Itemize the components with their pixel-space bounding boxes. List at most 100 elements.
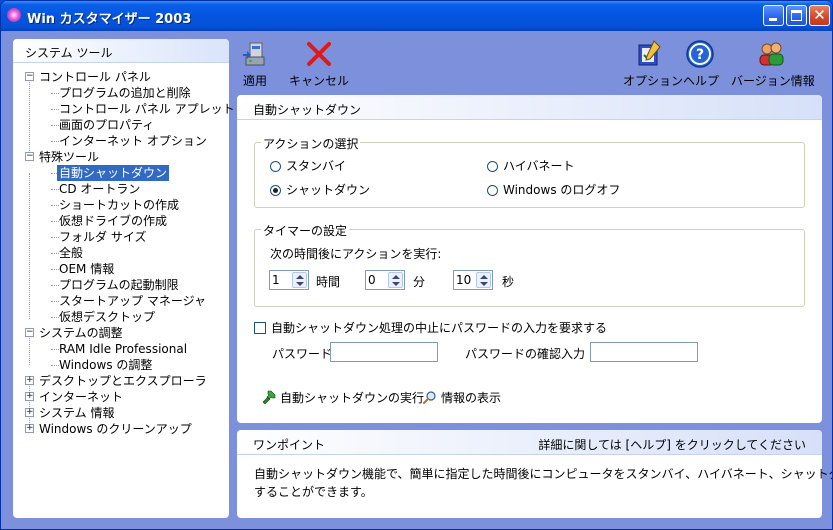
tree-item-desktop-explorer[interactable]: + デスクトップとエクスプローラ — [13, 373, 229, 389]
hours-value: 1 — [272, 273, 280, 287]
seconds-spinner[interactable]: 10 — [453, 270, 493, 290]
tip-help-hint: 詳細に関しては [ヘルプ] をクリックしてください — [538, 438, 806, 452]
run-auto-shutdown-link[interactable]: 自動シャットダウンの実行 — [262, 389, 424, 406]
radio-logoff-indicator[interactable] — [487, 185, 498, 196]
show-info-link[interactable]: 情報の表示 — [422, 389, 501, 406]
require-password-check-indicator[interactable] — [254, 322, 266, 334]
radio-hibernate-indicator[interactable] — [487, 161, 498, 172]
tree-item-windows-cleanup[interactable]: + Windows のクリーンアップ — [13, 421, 229, 437]
tree-item-internet-options[interactable]: インターネット オプション — [13, 133, 229, 149]
expand-icon[interactable]: + — [25, 408, 34, 417]
confirm-password-field[interactable] — [590, 342, 698, 362]
tree-item-ram-idle[interactable]: RAM Idle Professional — [13, 341, 229, 357]
version-info-label: バージョン情報 — [731, 74, 815, 88]
app-icon — [7, 8, 21, 22]
radio-shutdown-indicator[interactable] — [270, 185, 281, 196]
tree-item-system-tuning[interactable]: − システムの調整 — [13, 325, 229, 341]
tree-item-display-properties[interactable]: 画面のプロパティ — [13, 117, 229, 133]
minutes-spinner[interactable]: 0 — [365, 270, 405, 290]
require-password-checkbox[interactable]: 自動シャットダウン処理の中止にパスワードの入力を要求する — [254, 319, 607, 336]
tree-item-control-panel-applets[interactable]: コントロール パネル アプレット — [13, 101, 235, 117]
maximize-button[interactable] — [786, 5, 807, 26]
hours-unit: 時間 — [316, 275, 341, 289]
tip-title: ワンポイント — [253, 438, 326, 452]
tree-item-virtual-desktop[interactable]: 仮想デスクトップ — [13, 309, 229, 325]
radio-hibernate[interactable]: ハイバネート — [487, 157, 575, 174]
version-info-button[interactable]: バージョン情報 — [731, 39, 815, 89]
tree-item-program-restriction[interactable]: プログラムの起動制限 — [13, 277, 229, 293]
tree-item-oem-info[interactable]: OEM 情報 — [13, 261, 229, 277]
spin-up-icon[interactable] — [296, 275, 304, 279]
cancel-label: キャンセル — [289, 74, 350, 88]
hours-spinner-buttons[interactable] — [292, 272, 307, 288]
confirm-password-label: パスワードの確認入力 — [465, 347, 586, 361]
tree-item-internet[interactable]: + インターネット — [13, 389, 229, 405]
apply-button[interactable]: 適用 — [237, 39, 273, 89]
collapse-icon[interactable]: − — [25, 328, 34, 337]
navigation-panel: システム ツール − コントロール パネル プログラムの追加と削除 コントロール … — [13, 39, 235, 518]
users-icon — [756, 39, 786, 69]
spin-up-icon[interactable] — [480, 275, 488, 279]
collapse-icon[interactable]: − — [25, 72, 34, 81]
magnifier-icon — [422, 391, 436, 405]
password-field[interactable] — [330, 342, 438, 362]
navigation-tree: − コントロール パネル プログラムの追加と削除 コントロール パネル アプレット… — [13, 69, 235, 437]
spin-up-icon[interactable] — [392, 275, 400, 279]
radio-standby-indicator[interactable] — [270, 161, 281, 172]
minutes-value: 0 — [368, 273, 376, 287]
spin-down-icon[interactable] — [392, 282, 400, 286]
tip-panel: ワンポイント 詳細に関しては [ヘルプ] をクリックしてください 自動シャットダ… — [237, 430, 832, 518]
tip-body-line-1: 自動シャットダウン機能で、簡単に指定した時間後にコンピュータをスタンバイ、ハイバ… — [254, 467, 833, 481]
radio-shutdown[interactable]: シャットダウン — [270, 181, 370, 198]
tree-item-create-virtual-drive[interactable]: 仮想ドライブの作成 — [13, 213, 229, 229]
tip-header: ワンポイント 詳細に関しては [ヘルプ] をクリックしてください — [237, 430, 822, 455]
seconds-spinner-buttons[interactable] — [476, 272, 491, 288]
run-icon — [262, 390, 276, 405]
close-button[interactable]: ✕ — [809, 5, 830, 26]
tree-item-create-shortcut[interactable]: ショートカットの作成 — [13, 197, 229, 213]
tree-item-windows-tuning[interactable]: Windows の調整 — [13, 357, 229, 373]
tree-item-add-remove-programs[interactable]: プログラムの追加と削除 — [13, 85, 229, 101]
window-title: Win カスタマイザー 2003 — [27, 12, 192, 27]
maximize-icon — [791, 10, 802, 21]
cancel-button[interactable]: キャンセル — [289, 39, 349, 89]
tree-item-startup-manager[interactable]: スタートアップ マネージャ — [13, 293, 229, 309]
seconds-unit: 秒 — [502, 275, 515, 289]
svg-text:?: ? — [696, 47, 704, 63]
tree-item-auto-shutdown[interactable]: 自動シャットダウン — [13, 165, 229, 181]
seconds-value: 10 — [456, 273, 472, 287]
help-button[interactable]: ? ヘルプ — [683, 39, 720, 89]
expand-icon[interactable]: + — [25, 376, 34, 385]
title-bar[interactable]: Win カスタマイザー 2003 ✕ — [1, 1, 832, 31]
tree-item-general[interactable]: 全般 — [13, 245, 229, 261]
tip-body-line-2: することができます。 — [254, 485, 373, 499]
radio-standby[interactable]: スタンバイ — [270, 157, 346, 174]
expand-icon[interactable]: + — [25, 424, 34, 433]
minutes-unit: 分 — [413, 275, 426, 289]
tree-item-system-info[interactable]: + システム 情報 — [13, 405, 229, 421]
expand-icon[interactable]: + — [25, 392, 34, 401]
navigation-header-label: システム ツール — [25, 46, 113, 60]
tree-item-special-tools[interactable]: − 特殊ツール — [13, 149, 229, 165]
spin-down-icon[interactable] — [296, 282, 304, 286]
minimize-button[interactable] — [763, 5, 784, 26]
cancel-icon — [304, 39, 334, 69]
spin-down-icon[interactable] — [480, 282, 488, 286]
tree-item-control-panel[interactable]: − コントロール パネル — [13, 69, 229, 85]
minutes-spinner-buttons[interactable] — [388, 272, 403, 288]
app-window: Win カスタマイザー 2003 ✕ システム ツール − コントロール パネル … — [0, 0, 833, 530]
radio-logoff[interactable]: Windows のログオフ — [487, 181, 620, 198]
action-group: アクションの選択 スタンバイ ハイバネート シャットダウン Windows のロ… — [254, 135, 805, 208]
help-label: ヘルプ — [683, 74, 720, 88]
tree-item-folder-size[interactable]: フォルダ サイズ — [13, 229, 229, 245]
help-icon: ? — [685, 39, 715, 69]
close-icon: ✕ — [813, 6, 826, 24]
panel-title: 自動シャットダウン — [253, 103, 362, 117]
collapse-icon[interactable]: − — [25, 152, 34, 161]
action-group-label: アクションの選択 — [261, 135, 361, 152]
options-button[interactable]: オプション — [623, 39, 683, 89]
options-icon — [634, 39, 664, 69]
navigation-header: システム ツール — [13, 39, 229, 63]
tree-item-cd-autorun[interactable]: CD オートラン — [13, 181, 229, 197]
hours-spinner[interactable]: 1 — [269, 270, 309, 290]
